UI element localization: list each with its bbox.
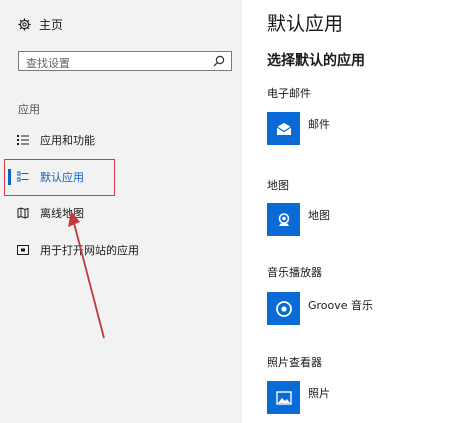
category-label-photos: 照片查看器 bbox=[267, 356, 322, 369]
maps-app-tile[interactable] bbox=[267, 203, 300, 236]
page-title: 默认应用 bbox=[267, 13, 344, 35]
home-label: 主页 bbox=[39, 17, 64, 32]
maps-app-name[interactable]: 地图 bbox=[308, 207, 330, 223]
main-content: 默认应用 选择默认的应用 电子邮件 邮件 地图 地图 音乐播放器 Groove … bbox=[242, 0, 449, 423]
sidebar-item-label: 应用和功能 bbox=[40, 134, 95, 147]
list-icon bbox=[16, 133, 30, 147]
sidebar-item-label: 离线地图 bbox=[40, 207, 84, 220]
settings-sidebar: 主页 应用 应用和功能 默认应用 bbox=[0, 0, 242, 423]
sidebar-item-default-apps[interactable]: 默认应用 bbox=[8, 165, 236, 189]
photos-app-tile[interactable] bbox=[267, 381, 300, 414]
sidebar-item-open-websites[interactable]: 用于打开网站的应用 bbox=[8, 238, 236, 262]
gear-icon bbox=[18, 17, 31, 31]
groove-music-icon bbox=[275, 300, 292, 317]
search-input[interactable] bbox=[19, 54, 206, 73]
mail-icon bbox=[276, 122, 291, 135]
page-subtitle: 选择默认的应用 bbox=[267, 53, 365, 69]
home-link[interactable]: 主页 bbox=[18, 14, 63, 34]
sidebar-item-offline-maps[interactable]: 离线地图 bbox=[8, 201, 236, 225]
photos-app-name[interactable]: 照片 bbox=[308, 385, 330, 401]
search-box[interactable] bbox=[18, 51, 232, 73]
email-app-name[interactable]: 邮件 bbox=[308, 116, 330, 132]
category-label-music: 音乐播放器 bbox=[267, 266, 322, 279]
category-label-email: 电子邮件 bbox=[267, 87, 311, 100]
offline-map-icon bbox=[16, 206, 30, 220]
sidebar-item-label: 用于打开网站的应用 bbox=[40, 244, 139, 257]
category-label-maps: 地图 bbox=[267, 179, 289, 192]
photos-icon bbox=[275, 390, 292, 405]
email-app-tile[interactable] bbox=[267, 112, 300, 145]
open-website-icon bbox=[16, 243, 30, 257]
map-icon bbox=[278, 212, 289, 226]
default-apps-icon bbox=[16, 170, 30, 184]
search-icon[interactable] bbox=[213, 55, 225, 67]
sidebar-item-apps-features[interactable]: 应用和功能 bbox=[8, 128, 236, 152]
section-label-apps: 应用 bbox=[18, 103, 40, 116]
music-app-tile[interactable] bbox=[267, 292, 300, 325]
music-app-name[interactable]: Groove 音乐 bbox=[308, 297, 373, 313]
sidebar-item-label: 默认应用 bbox=[40, 171, 84, 184]
